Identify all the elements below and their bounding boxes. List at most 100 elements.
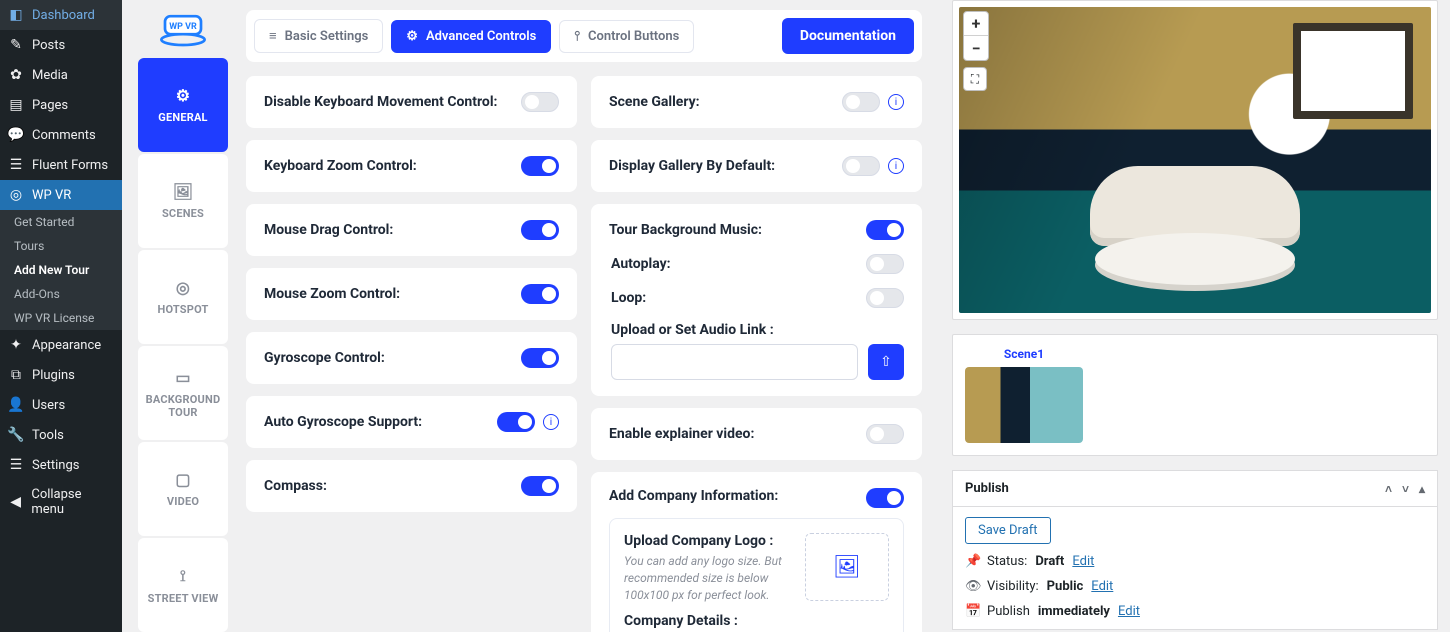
menu-icon: ☰ [8, 457, 24, 473]
control-label: Gyroscope Control: [264, 350, 385, 366]
upload-logo-label: Upload Company Logo : [624, 533, 789, 549]
company-info-toggle[interactable] [866, 488, 904, 508]
vtab-video[interactable]: ▢VIDEO [138, 442, 228, 536]
vtab-general[interactable]: ⚙GENERAL [138, 58, 228, 152]
info-icon[interactable]: i [888, 94, 904, 110]
sidebar-item-label: Appearance [32, 338, 101, 353]
save-draft-button[interactable]: Save Draft [965, 517, 1051, 544]
tab-label: Advanced Controls [426, 29, 536, 44]
menu-icon: 💬 [8, 127, 24, 143]
toggle-mouse-zoom-control[interactable] [521, 284, 559, 304]
sidebar-subitem-add-new-tour[interactable]: Add New Tour [0, 258, 122, 282]
sidebar-item-media[interactable]: ✿Media [0, 60, 122, 90]
sidebar-subitem-add-ons[interactable]: Add-Ons [0, 282, 122, 306]
tab-label: Control Buttons [588, 29, 679, 44]
tab-advanced-controls[interactable]: ⚙ Advanced Controls [391, 20, 551, 53]
upload-icon: ⇧ [880, 354, 892, 370]
svg-text:WP VR: WP VR [169, 22, 197, 32]
bg-music-toggle[interactable] [866, 220, 904, 240]
control-label: Scene Gallery: [609, 94, 700, 110]
vtab-label: HOTSPOT [157, 303, 208, 316]
sidebar-item-comments[interactable]: 💬Comments [0, 120, 122, 150]
sidebar-item-wpvr[interactable]: ◎ WP VR [0, 180, 122, 210]
sidebar-item-users[interactable]: 👤Users [0, 390, 122, 420]
fullscreen-icon: ⛶ [971, 72, 979, 87]
control-label: Keyboard Zoom Control: [264, 158, 417, 174]
vtab-scenes[interactable]: 🖼SCENES [138, 154, 228, 248]
tab-label: Basic Settings [285, 29, 369, 44]
control-label: Mouse Zoom Control: [264, 286, 400, 302]
move-up-button[interactable]: ˄ [1385, 482, 1392, 496]
documentation-button[interactable]: Documentation [782, 18, 914, 54]
sidebar-item-collapse-menu[interactable]: ◀Collapse menu [0, 480, 122, 524]
vtab-label: BACKGROUND TOUR [138, 393, 228, 419]
menu-icon: ☰ [8, 157, 24, 173]
calendar-icon: 📅 [965, 604, 979, 619]
toggle-panel-button[interactable]: ▴ [1419, 482, 1425, 496]
vtab-street-view[interactable]: ⟟ STREET VIEW [138, 538, 228, 632]
vtab-icon: ⟟ [180, 566, 186, 586]
toggle-mouse-drag-control[interactable] [521, 220, 559, 240]
control-label: Mouse Drag Control: [264, 222, 393, 238]
upload-audio-button[interactable]: ⇧ [868, 344, 904, 380]
control-label: Loop: [611, 290, 646, 306]
sliders-icon: ⚙ [406, 29, 418, 44]
loop-toggle[interactable] [866, 288, 904, 308]
scene-gallery-toggle[interactable] [842, 92, 880, 112]
autoplay-toggle[interactable] [866, 254, 904, 274]
edit-schedule-link[interactable]: Edit [1118, 604, 1140, 619]
publish-title: Publish [965, 481, 1009, 496]
scene-card[interactable]: Scene1 [965, 347, 1083, 443]
move-down-button[interactable]: ˅ [1402, 482, 1409, 496]
vtab-background-tour[interactable]: ▭ BACKGROUND TOUR [138, 346, 228, 440]
menu-icon: ✿ [8, 67, 24, 83]
info-icon[interactable]: i [888, 158, 904, 174]
audio-link-input[interactable] [611, 344, 858, 380]
toggle-disable-keyboard-movement-control[interactable] [521, 92, 559, 112]
toggle-gyroscope-control[interactable] [521, 348, 559, 368]
scene-gallery-control: Scene Gallery: i [591, 76, 922, 128]
sidebar-item-tools[interactable]: 🔧Tools [0, 420, 122, 450]
sidebar-item-fluent-forms[interactable]: ☰Fluent Forms [0, 150, 122, 180]
vtab-label: STREET VIEW [148, 592, 219, 605]
display-gallery-default-toggle[interactable] [842, 156, 880, 176]
status-row: 📌 Status: Draft Edit [965, 554, 1425, 569]
info-icon[interactable]: i [543, 414, 559, 430]
sidebar-item-label: Settings [32, 458, 79, 473]
explainer-toggle[interactable] [866, 424, 904, 444]
sidebar-item-pages[interactable]: ▤Pages [0, 90, 122, 120]
explainer-video-control: Enable explainer video: [591, 408, 922, 460]
sidebar-item-appearance[interactable]: ✦Appearance [0, 330, 122, 360]
menu-icon: ⧉ [8, 367, 24, 383]
vtab-icon: ◎ [176, 278, 190, 297]
toggle-auto-gyroscope-support[interactable] [497, 412, 535, 432]
tab-control-buttons[interactable]: ⫯ Control Buttons [559, 20, 694, 53]
toggle-compass[interactable] [521, 476, 559, 496]
sidebar-item-posts[interactable]: ✎Posts [0, 30, 122, 60]
logo-upload-dropzone[interactable]: 🖼 [805, 533, 889, 601]
vtab-label: VIDEO [167, 495, 199, 508]
edit-visibility-link[interactable]: Edit [1091, 579, 1113, 594]
sidebar-subitem-wp-vr-license[interactable]: WP VR License [0, 306, 122, 330]
vtab-hotspot[interactable]: ◎ HOTSPOT [138, 250, 228, 344]
sidebar-subitem-get-started[interactable]: Get Started [0, 210, 122, 234]
sidebar-item-dashboard[interactable]: ◧Dashboard [0, 0, 122, 30]
sliders-icon: ≡ [269, 28, 277, 44]
zoom-out-button[interactable]: − [964, 36, 988, 60]
control-label: Tour Background Music: [609, 222, 762, 238]
control-mouse-zoom-control: Mouse Zoom Control: [246, 268, 577, 320]
tab-basic-settings[interactable]: ≡ Basic Settings [254, 19, 383, 53]
pin-icon: 📌 [965, 554, 979, 569]
vtab-icon: ▭ [175, 368, 190, 387]
sidebar-subitem-tours[interactable]: Tours [0, 234, 122, 258]
edit-status-link[interactable]: Edit [1072, 554, 1094, 569]
zoom-in-button[interactable]: + [964, 12, 988, 36]
toggle-keyboard-zoom-control[interactable] [521, 156, 559, 176]
menu-icon: ◧ [8, 7, 24, 23]
menu-icon: ◀ [8, 494, 23, 510]
sidebar-item-settings[interactable]: ☰ Settings [0, 450, 122, 480]
fullscreen-button[interactable]: ⛶ [963, 67, 987, 91]
zoom-controls: + − [963, 11, 989, 61]
preview-canvas[interactable] [959, 7, 1431, 313]
sidebar-item-plugins[interactable]: ⧉Plugins [0, 360, 122, 390]
